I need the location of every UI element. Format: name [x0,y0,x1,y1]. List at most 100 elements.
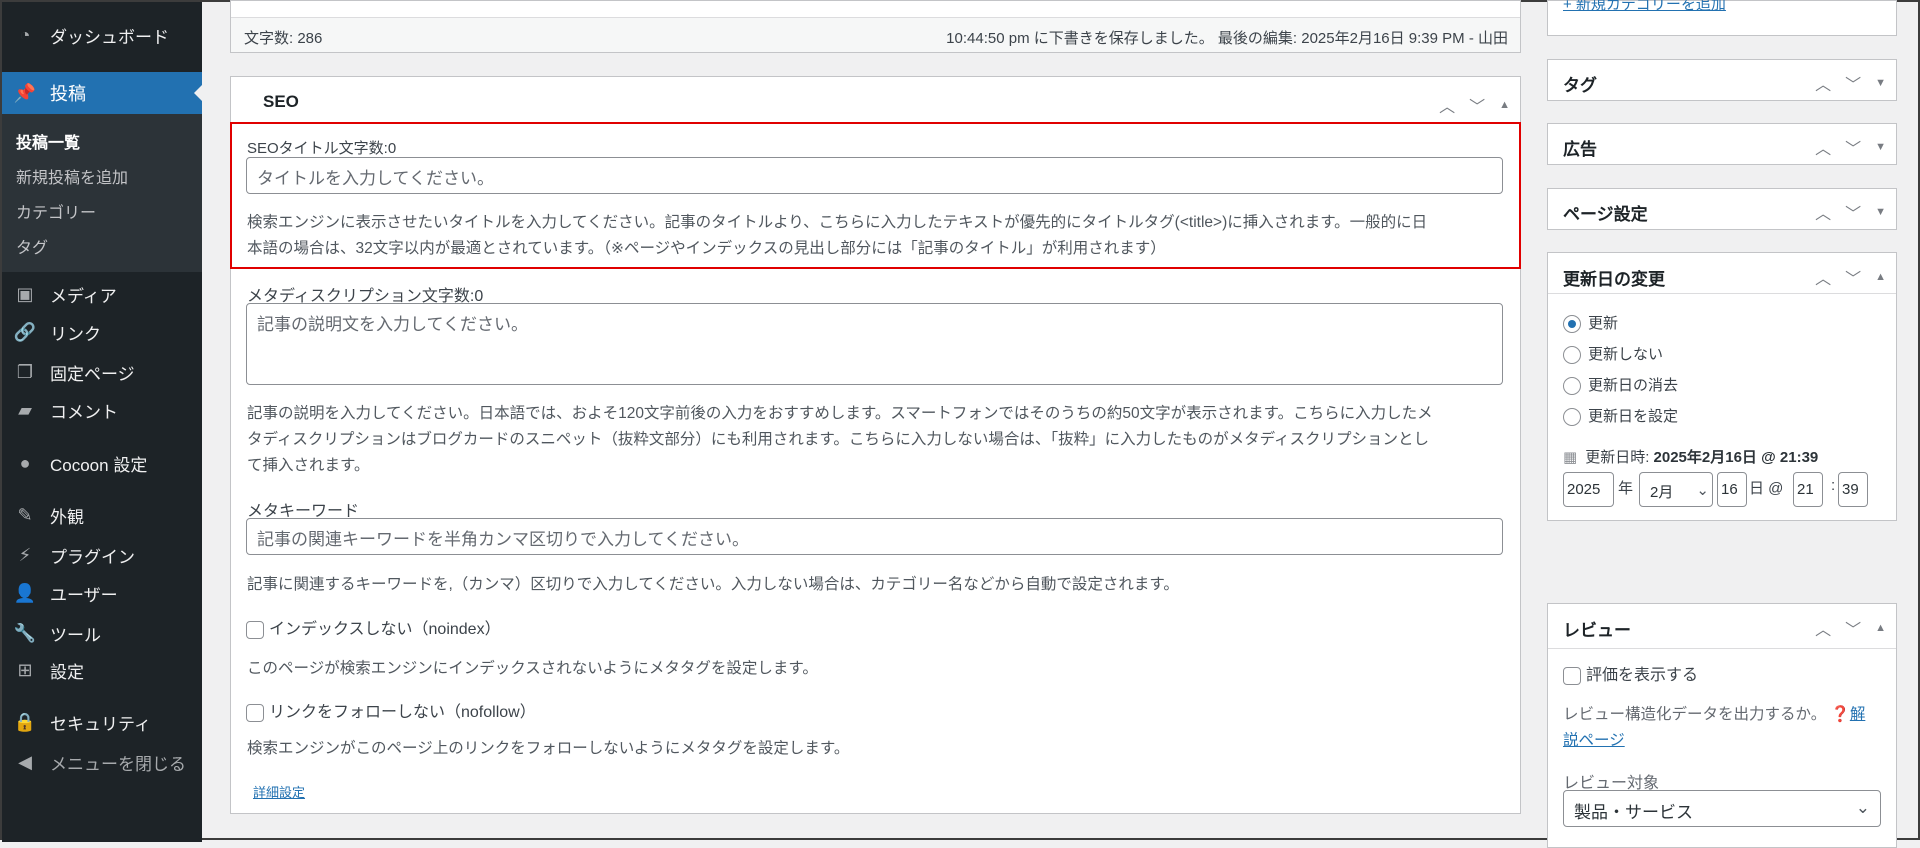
calendar-icon: ▦ [1563,449,1578,466]
move-up-icon[interactable]: ︿ [1815,135,1831,159]
seo-title-label: SEOタイトル文字数:0 [247,140,397,157]
show-rating-checkbox[interactable]: 評価を表示する [1563,661,1698,685]
move-up-icon[interactable]: ︿ [1815,616,1831,640]
noindex-checkbox[interactable]: インデックスしない（noindex） [246,615,501,639]
menu-plugin[interactable]: ⚡ プラグイン [2,537,202,573]
posts-submenu: 投稿一覧 新規投稿を追加 カテゴリー タグ [2,114,202,272]
dashboard-icon: ◔ [19,24,31,45]
toggle-icon[interactable]: ▲ [1875,271,1886,283]
menu-pages[interactable]: ❐ 固定ページ [2,354,202,390]
time-colon: : [1831,477,1836,494]
review-help: レビュー構造化データを出力するか。 ❓解 説ページ [1563,706,1866,749]
brush-icon: ✎ [17,504,33,525]
menu-media[interactable]: ▣ メディア [2,276,202,312]
menu-brush[interactable]: ✎ 外観 [2,497,202,533]
meta-description-help: 記事の説明を入力してください。日本語では、およそ120文字前後の入力をおすすめし… [247,405,1433,474]
move-up-icon[interactable]: ︿ [1815,265,1831,289]
move-up-icon[interactable]: ︿ [1815,200,1831,224]
toggle-icon[interactable]: ▼ [1875,141,1886,153]
month-select[interactable]: 2月 ⌄ [1639,472,1713,507]
review-title: レビュー [1563,621,1631,640]
menu-comment[interactable]: ▰ コメント [2,392,202,428]
menu-dashboard[interactable]: ◔ ダッシュボード [2,17,202,53]
lock-icon: 🔒 [13,711,37,732]
update-datetime: ▦ 更新日時: 2025年2月16日 @ 21:39 [1563,449,1819,466]
toggle-icon[interactable]: ▼ [1875,77,1886,89]
day-unit: 日 @ [1749,480,1784,497]
collapse-icon: ◀ [18,751,32,772]
pin-icon: 📌 [13,82,37,103]
update-date-box: 更新日の変更 ︿ ﹀ ▲ 更新更新しない更新日の消去 更新日を設定 ▦ 更新日時: 20… [1547,252,1897,521]
pages-icon: ❐ [16,361,34,382]
user-icon: 👤 [13,582,37,603]
plugin-icon: ⚡ [18,544,32,565]
seo-title-input[interactable]: タイトルを入力してください。 [246,157,1503,194]
ad-box-title: 広告 [1563,140,1597,159]
update-option-radio[interactable]: 更新しない [1563,343,1663,365]
menu-collapse[interactable]: ◀ メニューを閉じる [2,744,202,780]
menu-cocoon[interactable]: ● Cocoon 設定 [2,445,202,481]
move-down-icon[interactable]: ﹀ [1845,200,1861,224]
wrench-icon: 🔧 [13,622,37,643]
meta-keywords-input[interactable]: 記事の関連キーワードを半角カンマ区切りで入力してください。 [246,518,1503,555]
seo-title: SEO [263,92,299,111]
toggle-icon[interactable]: ▲ [1499,99,1510,111]
toggle-icon[interactable]: ▲ [1875,622,1886,634]
noindex-help: このページが検索エンジンにインデックスされないようにメタタグを設定します。 [247,660,818,677]
word-count: 文字数: 286 [244,30,323,47]
menu-posts[interactable]: 📌 投稿 [2,72,202,114]
add-category-link[interactable]: + 新規カテゴリーを追加 [1563,0,1726,14]
year-unit: 年 [1618,480,1634,497]
menu-user[interactable]: 👤 ユーザー [2,575,202,611]
submenu-add-post[interactable]: 新規投稿を追加 [16,164,128,188]
help-page-link[interactable]: 解 [1850,706,1866,723]
page-box-title: ページ設定 [1563,205,1648,224]
update-option-radio[interactable]: 更新 [1563,312,1618,334]
meta-keywords-help: 記事に関連するキーワードを,（カンマ）区切りで入力してください。入力しない場合は… [247,576,1179,593]
admin-sidebar: ◔ ダッシュボード 📌 投稿 投稿一覧 新規投稿を追加 カテゴリー タグ ▣ メディア… [2,2,202,842]
nofollow-help: 検索エンジンがこのページ上のリンクをフォローしないようにメタタグを設定します。 [247,740,850,757]
category-box: + 新規カテゴリーを追加 [1547,0,1897,36]
ad-box: 広告 ︿ ﹀ ▼ [1547,123,1897,165]
tag-box: タグ ︿ ﹀ ▼ [1547,59,1897,101]
help-page-link-cont[interactable]: 説ページ [1563,732,1625,749]
move-down-icon[interactable]: ﹀ [1845,135,1861,159]
toggle-icon[interactable]: ▼ [1875,206,1886,218]
menu-link[interactable]: 🔗 リンク [2,314,202,350]
update-option-radio[interactable]: 更新日の消去 [1563,374,1678,396]
editor-status-bar: 文字数: 286 10:44:50 pm に下書きを保存しました。 最後の編集:… [230,0,1521,53]
menu-settings[interactable]: ⊞ 設定 [2,652,202,688]
minute-input[interactable]: 39 [1838,472,1868,507]
update-date-title: 更新日の変更 [1563,270,1665,289]
review-box: レビュー ︿ ﹀ ▲ 評価を表示する レビュー構造化データを出力するか。 ❓解 説ペー… [1547,603,1897,848]
help-icon: ❓ [1830,706,1850,723]
move-up-icon[interactable]: ︿ [1439,93,1455,117]
move-down-icon[interactable]: ﹀ [1469,93,1485,117]
meta-description-textarea[interactable]: 記事の説明文を入力してください。 [246,303,1503,385]
year-input[interactable]: 2025 [1563,472,1614,507]
media-icon: ▣ [16,283,34,304]
comment-icon: ▰ [18,399,32,420]
update-option-radio[interactable]: 更新日を設定 [1563,405,1678,427]
hour-input[interactable]: 21 [1793,472,1823,507]
nofollow-checkbox[interactable]: リンクをフォローしない（nofollow） [246,698,536,722]
move-down-icon[interactable]: ﹀ [1845,71,1861,95]
menu-wrench[interactable]: 🔧 ツール [2,615,202,651]
page-box: ページ設定 ︿ ﹀ ▼ [1547,188,1897,230]
submenu-tags[interactable]: タグ [16,234,48,258]
metabox-controls: ︿ ﹀ ▲ [1439,93,1510,117]
seo-metabox: SEO ︿ ﹀ ▲ SEOタイトル文字数:0 タイトルを入力してください。 検索エン… [230,76,1521,814]
settings-icon: ⊞ [17,659,33,680]
submenu-categories[interactable]: カテゴリー [16,199,96,223]
day-input[interactable]: 16 [1717,472,1747,507]
cocoon-icon: ● [19,452,31,473]
link-icon: 🔗 [13,321,37,342]
submenu-all-posts[interactable]: 投稿一覧 [16,129,80,153]
advanced-settings-link[interactable]: 詳細設定 [253,782,305,801]
review-target-select[interactable]: 製品・サービス ⌄ [1563,790,1881,827]
move-down-icon[interactable]: ﹀ [1845,616,1861,640]
move-down-icon[interactable]: ﹀ [1845,265,1861,289]
tag-box-title: タグ [1563,76,1597,95]
menu-lock[interactable]: 🔒 セキュリティ [2,704,202,740]
move-up-icon[interactable]: ︿ [1815,71,1831,95]
